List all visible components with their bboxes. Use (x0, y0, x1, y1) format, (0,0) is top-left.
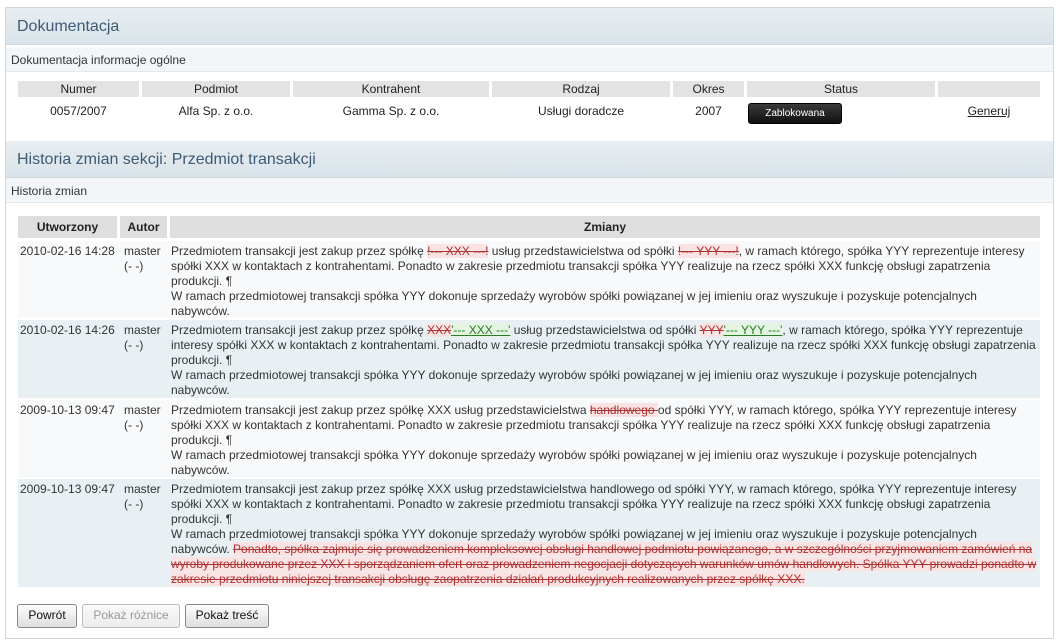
inserted-text: '--- XXX ---' (451, 323, 511, 337)
cell-okres: 2007 (695, 104, 722, 118)
row-changes: Przedmiotem transakcji jest zakup przez … (171, 482, 1037, 587)
cell-numer: 0057/2007 (50, 104, 107, 118)
history-row: 2009-10-13 09:47 master (- -) Przedmiotem… (18, 479, 1040, 587)
main-frame: Dokumentacja Dokumentacja informacje ogó… (5, 7, 1054, 639)
author-name: master (124, 403, 161, 417)
row-date: 2009-10-13 09:47 (20, 403, 115, 417)
back-button[interactable]: Powrót (17, 604, 77, 628)
author-sub: (- -) (124, 497, 144, 511)
row-changes: Przedmiotem transakcji jest zakup przez … (171, 403, 1037, 478)
deleted-text: !--- XXX ---! (427, 244, 489, 258)
cell-kontrahent: Gamma Sp. z o.o. (342, 104, 440, 118)
status-badge: Zablokowana (748, 103, 842, 124)
row-changes: Przedmiotem transakcji jest zakup przez … (171, 244, 1037, 319)
col-status: Status (747, 81, 935, 97)
author-sub: (- -) (124, 259, 144, 273)
deleted-text: !--- YYY ---! (677, 244, 739, 258)
history-row: 2010-02-16 14:28 master (- -) Przedmiotem… (18, 241, 1040, 318)
author-sub: (- -) (124, 418, 144, 432)
col-actions (938, 81, 1040, 97)
doc-section-header: Dokumentacja (6, 8, 1053, 45)
deleted-text: handlowego (589, 403, 658, 417)
history-section-header: Historia zmian sekcji: Przedmiot transak… (6, 141, 1053, 178)
doc-subtitle: Dokumentacja informacje ogólne (11, 53, 186, 67)
cell-podmiot: Alfa Sp. z o.o. (178, 104, 254, 118)
inserted-text: '--- YYY ---' (723, 323, 783, 337)
text-segment: Przedmiotem transakcji jest zakup przez … (171, 323, 428, 337)
col-okres: Okres (673, 81, 744, 97)
deleted-text: Ponadto, spółka zajmuje się prowadzeniem… (171, 542, 1037, 586)
col-rodzaj: Rodzaj (492, 81, 670, 97)
col-podmiot: Podmiot (142, 81, 290, 97)
history-section-title: Historia zmian sekcji: Przedmiot transak… (17, 151, 316, 168)
col-autor: Autor (120, 216, 167, 238)
history-row: 2009-10-13 09:47 master (- -) Przedmiotem… (18, 400, 1040, 477)
show-diff-button[interactable]: Pokaż różnice (82, 604, 180, 628)
row-date: 2009-10-13 09:47 (20, 482, 115, 496)
history-row: 2010-02-16 14:26 master (- -) Przedmiotem… (18, 320, 1040, 398)
row-date: 2010-02-16 14:28 (20, 244, 115, 258)
show-content-button[interactable]: Pokaż treść (185, 604, 269, 628)
col-utworzony: Utworzony (18, 216, 117, 238)
doc-subheader: Dokumentacja informacje ogólne (6, 47, 1053, 72)
author-name: master (124, 244, 161, 258)
row-author: master (- -) (124, 244, 172, 274)
text-segment: Przedmiotem transakcji jest zakup przez … (171, 244, 428, 258)
author-name: master (124, 482, 161, 496)
text-segment: Przedmiotem transakcji jest zakup przez … (171, 482, 1017, 526)
deleted-text: YYY (699, 323, 724, 337)
deleted-text: XXX (427, 323, 452, 337)
page: Dokumentacja Dokumentacja informacje ogó… (0, 0, 1063, 642)
col-numer: Numer (18, 81, 139, 97)
col-kontrahent: Kontrahent (293, 81, 489, 97)
text-segment: usług przedstawicielstwa od spółki (510, 323, 700, 337)
author-name: master (124, 323, 161, 337)
text-segment: W ramach przedmiotowej transakcji spółka… (171, 289, 977, 318)
cell-rodzaj: Usługi doradcze (537, 104, 625, 118)
generate-link[interactable]: Generuj (968, 104, 1011, 118)
text-segment: W ramach przedmiotowej transakcji spółka… (171, 368, 977, 397)
text-segment: usług przedstawicielstwa od spółki (488, 244, 678, 258)
row-changes: Przedmiotem transakcji jest zakup przez … (171, 323, 1037, 398)
history-subtitle: Historia zmian (11, 184, 88, 198)
col-zmiany: Zmiany (170, 216, 1040, 238)
author-sub: (- -) (124, 338, 144, 352)
doc-section-title: Dokumentacja (17, 18, 120, 35)
text-segment: W ramach przedmiotowej transakcji spółka… (171, 448, 977, 477)
text-segment: Przedmiotem transakcji jest zakup przez … (171, 403, 590, 417)
row-author: master (- -) (124, 403, 172, 433)
row-author: master (- -) (124, 323, 172, 353)
row-author: master (- -) (124, 482, 172, 512)
row-date: 2010-02-16 14:26 (20, 323, 115, 337)
history-subheader: Historia zmian (6, 178, 1053, 203)
